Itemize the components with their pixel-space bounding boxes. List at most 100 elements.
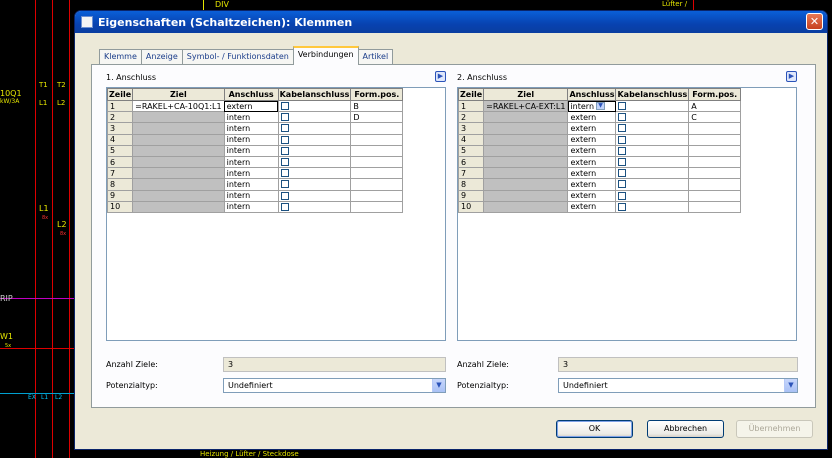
- table-row[interactable]: 7 intern: [107, 167, 404, 180]
- form-pos-cell[interactable]: [350, 178, 404, 191]
- kabelanschluss-checkbox[interactable]: [618, 191, 627, 200]
- ziel-cell[interactable]: [483, 178, 569, 191]
- table-row[interactable]: 6 extern: [458, 155, 742, 169]
- form-pos-cell[interactable]: [350, 200, 404, 213]
- anschluss-cell[interactable]: extern: [567, 111, 617, 124]
- table-row[interactable]: 4 extern: [458, 133, 742, 146]
- form-pos-cell[interactable]: [688, 200, 742, 213]
- kabelanschluss-checkbox[interactable]: [280, 169, 289, 178]
- title-bar[interactable]: Eigenschaften (Schaltzeichen): Klemmen: [75, 11, 827, 33]
- apply-button[interactable]: Übernehmen: [736, 420, 813, 438]
- form-pos-cell[interactable]: [688, 122, 742, 135]
- ziel-cell[interactable]: [483, 111, 569, 124]
- chevron-down-icon[interactable]: ▼: [432, 379, 445, 392]
- ok-button[interactable]: OK: [556, 420, 633, 438]
- form-pos-cell[interactable]: [688, 189, 742, 202]
- anschluss-cell[interactable]: extern: [567, 155, 617, 169]
- col-header-anschluss[interactable]: Anschluss: [223, 88, 279, 101]
- chevron-down-icon[interactable]: ▼: [596, 102, 606, 111]
- kabelanschluss-cell[interactable]: [615, 200, 690, 213]
- col-header-form-pos[interactable]: Form.pos.: [688, 88, 742, 101]
- tab-verbindungen[interactable]: Verbindungen: [292, 46, 359, 65]
- col-header-zeile[interactable]: Zeile: [107, 88, 134, 101]
- ziel-cell[interactable]: [483, 189, 569, 202]
- anschluss-cell[interactable]: extern: [223, 99, 279, 113]
- form-pos-cell[interactable]: B: [350, 99, 404, 113]
- form-pos-cell[interactable]: [350, 144, 404, 157]
- ziel-cell[interactable]: [483, 133, 569, 146]
- tab-anzeige[interactable]: Anzeige: [140, 49, 183, 65]
- arrow-right-icon[interactable]: ▶: [786, 71, 797, 82]
- kabelanschluss-cell[interactable]: [615, 122, 690, 135]
- kabelanschluss-checkbox[interactable]: [280, 113, 289, 122]
- kabelanschluss-checkbox[interactable]: [618, 146, 627, 155]
- kabelanschluss-checkbox[interactable]: [280, 180, 289, 189]
- kabelanschluss-checkbox[interactable]: [280, 158, 289, 167]
- chevron-down-icon[interactable]: ▼: [784, 379, 797, 392]
- anschluss-cell[interactable]: intern: [223, 167, 279, 180]
- kabelanschluss-cell[interactable]: [615, 111, 690, 124]
- kabelanschluss-checkbox[interactable]: [280, 202, 289, 211]
- ziel-cell[interactable]: [132, 189, 225, 202]
- kabelanschluss-checkbox[interactable]: [618, 169, 627, 178]
- anschluss-cell[interactable]: intern: [223, 111, 279, 124]
- ziel-cell[interactable]: =RAKEL+CA-EXT:L1: [483, 99, 569, 113]
- col-header-form-pos[interactable]: Form.pos.: [350, 88, 404, 101]
- anschluss-cell[interactable]: extern: [567, 133, 617, 146]
- tab-symbol-funktionsdaten[interactable]: Symbol- / Funktionsdaten: [181, 49, 294, 65]
- cancel-button[interactable]: Abbrechen: [647, 420, 724, 438]
- kabelanschluss-checkbox[interactable]: [618, 180, 627, 189]
- anschluss-cell[interactable]: extern: [567, 122, 617, 135]
- kabelanschluss-cell[interactable]: [615, 167, 690, 180]
- table-row[interactable]: 5 intern: [107, 144, 404, 157]
- anschluss-cell[interactable]: extern: [567, 178, 617, 191]
- close-button[interactable]: ✕: [806, 13, 823, 30]
- table-row[interactable]: 3 extern: [458, 122, 742, 135]
- form-pos-cell[interactable]: [688, 167, 742, 180]
- form-pos-cell[interactable]: A: [688, 99, 742, 113]
- anschluss-cell[interactable]: intern: [223, 200, 279, 213]
- form-pos-cell[interactable]: [688, 144, 742, 157]
- ziel-cell[interactable]: [483, 122, 569, 135]
- kabelanschluss-cell[interactable]: [615, 133, 690, 146]
- kabelanschluss-checkbox[interactable]: [618, 135, 627, 144]
- kabelanschluss-checkbox[interactable]: [280, 146, 289, 155]
- kabelanschluss-checkbox[interactable]: [618, 158, 627, 167]
- form-pos-cell[interactable]: [350, 167, 404, 180]
- arrow-right-icon[interactable]: ▶: [435, 71, 446, 82]
- ziel-cell[interactable]: [132, 178, 225, 191]
- anschluss-cell[interactable]: intern: [223, 122, 279, 135]
- form-pos-cell[interactable]: [688, 133, 742, 146]
- table-row[interactable]: 10 intern: [107, 200, 404, 213]
- potenzialtyp-select[interactable]: Undefiniert ▼: [223, 378, 446, 393]
- ziel-cell[interactable]: [483, 155, 569, 169]
- anschluss-cell[interactable]: extern: [567, 189, 617, 202]
- potenzialtyp-select[interactable]: Undefiniert ▼: [558, 378, 798, 393]
- ziel-cell[interactable]: [132, 200, 225, 213]
- table-row[interactable]: 8 intern: [107, 178, 404, 191]
- kabelanschluss-checkbox[interactable]: [280, 102, 289, 111]
- table-row[interactable]: 7 extern: [458, 167, 742, 180]
- kabelanschluss-cell[interactable]: [277, 122, 352, 135]
- anschluss-dropdown[interactable]: intern ▼: [567, 99, 617, 113]
- form-pos-cell[interactable]: [350, 122, 404, 135]
- anschluss-cell[interactable]: intern: [223, 155, 279, 169]
- kabelanschluss-cell[interactable]: [277, 178, 352, 191]
- ziel-cell[interactable]: [132, 122, 225, 135]
- ziel-cell[interactable]: [483, 167, 569, 180]
- ziel-cell[interactable]: [483, 200, 569, 213]
- kabelanschluss-checkbox[interactable]: [280, 191, 289, 200]
- form-pos-cell[interactable]: [350, 155, 404, 169]
- anschluss-cell[interactable]: intern: [223, 133, 279, 146]
- ziel-cell[interactable]: [483, 144, 569, 157]
- table-row[interactable]: 2 intern D: [107, 111, 404, 124]
- anschluss-cell[interactable]: extern: [567, 200, 617, 213]
- form-pos-cell[interactable]: [350, 133, 404, 146]
- col-header-anschluss[interactable]: Anschluss: [567, 88, 617, 101]
- kabelanschluss-cell[interactable]: [277, 155, 352, 169]
- kabelanschluss-checkbox[interactable]: [618, 113, 627, 122]
- kabelanschluss-cell[interactable]: [277, 111, 352, 124]
- kabelanschluss-checkbox[interactable]: [280, 135, 289, 144]
- table-row[interactable]: 8 extern: [458, 178, 742, 191]
- ziel-cell[interactable]: [132, 144, 225, 157]
